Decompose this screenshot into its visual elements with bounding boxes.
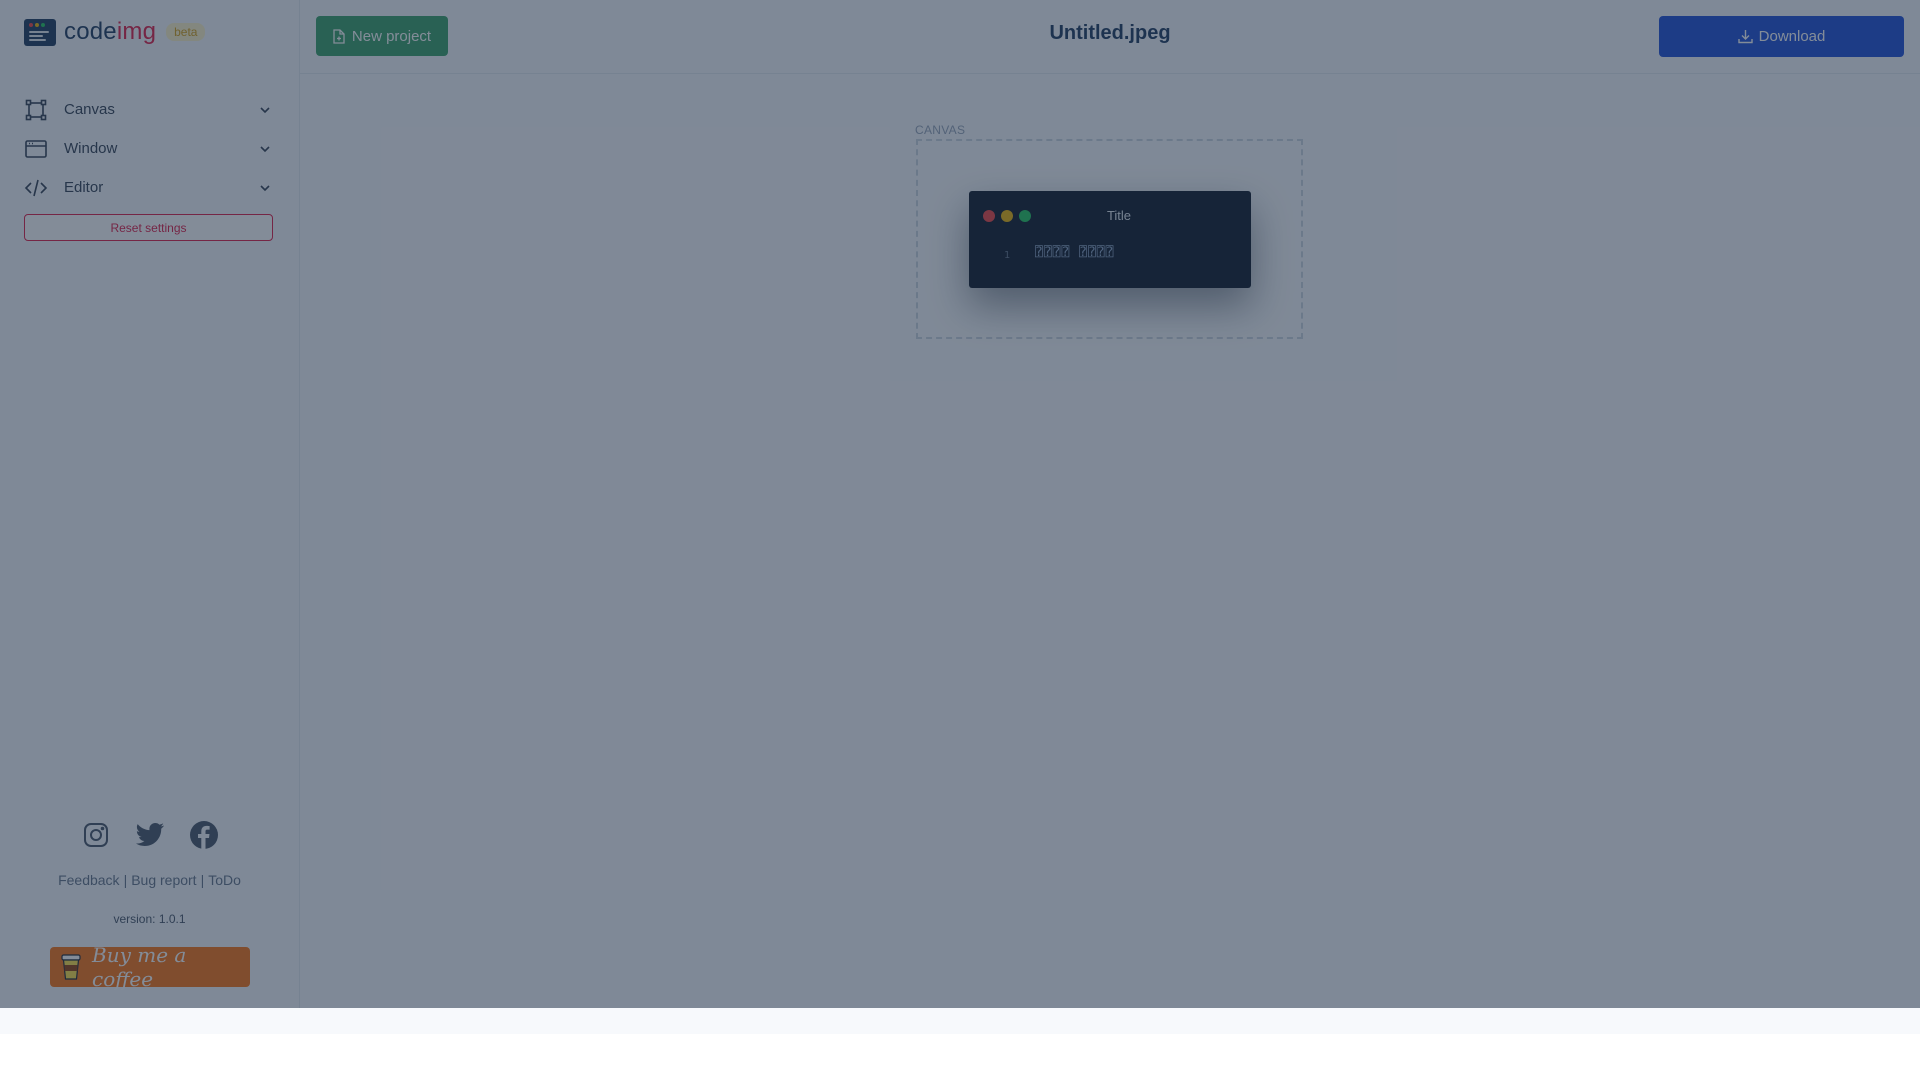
facebook-icon[interactable]	[189, 820, 219, 850]
code-brackets-icon	[24, 176, 48, 200]
logo-text: codeimg	[64, 18, 156, 46]
top-bar: New project Untitled.jpeg Download	[300, 0, 1920, 74]
social-links	[0, 820, 299, 850]
file-icon	[333, 28, 345, 44]
new-project-button[interactable]: New project	[316, 16, 448, 56]
logo-text-code: code	[64, 18, 117, 45]
sidebar-item-label: Editor	[64, 179, 104, 196]
download-button[interactable]: Download	[1659, 16, 1904, 57]
coffee-label: Buy me a coffee	[92, 943, 187, 991]
instagram-icon[interactable]	[81, 820, 111, 850]
version-text: version: 1.0.1	[113, 912, 186, 926]
canvas-label: CANVAS	[915, 123, 966, 137]
logo[interactable]: codeimg beta	[24, 18, 206, 46]
footer-links: Feedback | Bug report | ToDo	[0, 872, 299, 888]
download-icon	[1737, 29, 1753, 44]
todo-link[interactable]: ToDo	[208, 872, 241, 888]
chevron-down-icon	[260, 184, 270, 191]
sidebar-item-canvas[interactable]: Canvas	[24, 90, 274, 129]
logo-icon	[24, 18, 56, 46]
twitter-icon[interactable]	[135, 820, 165, 850]
bottom-strip	[0, 1008, 1920, 1034]
code-text[interactable]: ⍰⍰⍰⍰ ⍰⍰⍰⍰	[1035, 245, 1114, 260]
feedback-link[interactable]: Feedback	[58, 872, 119, 888]
app-root: codeimg beta Canvas Window Editor Reset …	[0, 0, 1920, 1008]
chevron-down-icon	[260, 145, 270, 152]
reset-settings-button[interactable]: Reset settings	[24, 214, 273, 241]
bug-report-link[interactable]: Bug report	[131, 872, 196, 888]
buy-me-a-coffee-button[interactable]: Buy me a coffee	[50, 943, 250, 991]
sidebar-item-window[interactable]: Window	[24, 129, 274, 168]
sidebar: codeimg beta Canvas Window Editor Reset …	[0, 0, 300, 1008]
sidebar-item-label: Window	[64, 140, 118, 157]
line-number: 1	[1004, 250, 1011, 261]
link-separator: |	[200, 872, 205, 888]
window-icon	[24, 137, 48, 161]
download-label: Download	[1758, 28, 1826, 45]
code-window[interactable]: Title 1 ⍰⍰⍰⍰ ⍰⍰⍰⍰	[969, 191, 1251, 288]
coffee-cup-icon	[60, 953, 82, 981]
settings-nav: Canvas Window Editor	[24, 90, 274, 207]
file-name[interactable]: Untitled.jpeg	[1000, 22, 1220, 45]
logo-text-img: img	[116, 18, 157, 45]
new-project-label: New project	[351, 27, 432, 45]
canvas-frame-icon	[24, 98, 48, 122]
sidebar-item-label: Canvas	[64, 101, 115, 118]
chevron-down-icon	[260, 106, 270, 113]
beta-badge: beta	[166, 23, 206, 41]
window-title[interactable]: Title	[969, 208, 1251, 223]
link-separator: |	[123, 872, 128, 888]
sidebar-item-editor[interactable]: Editor	[24, 168, 274, 207]
